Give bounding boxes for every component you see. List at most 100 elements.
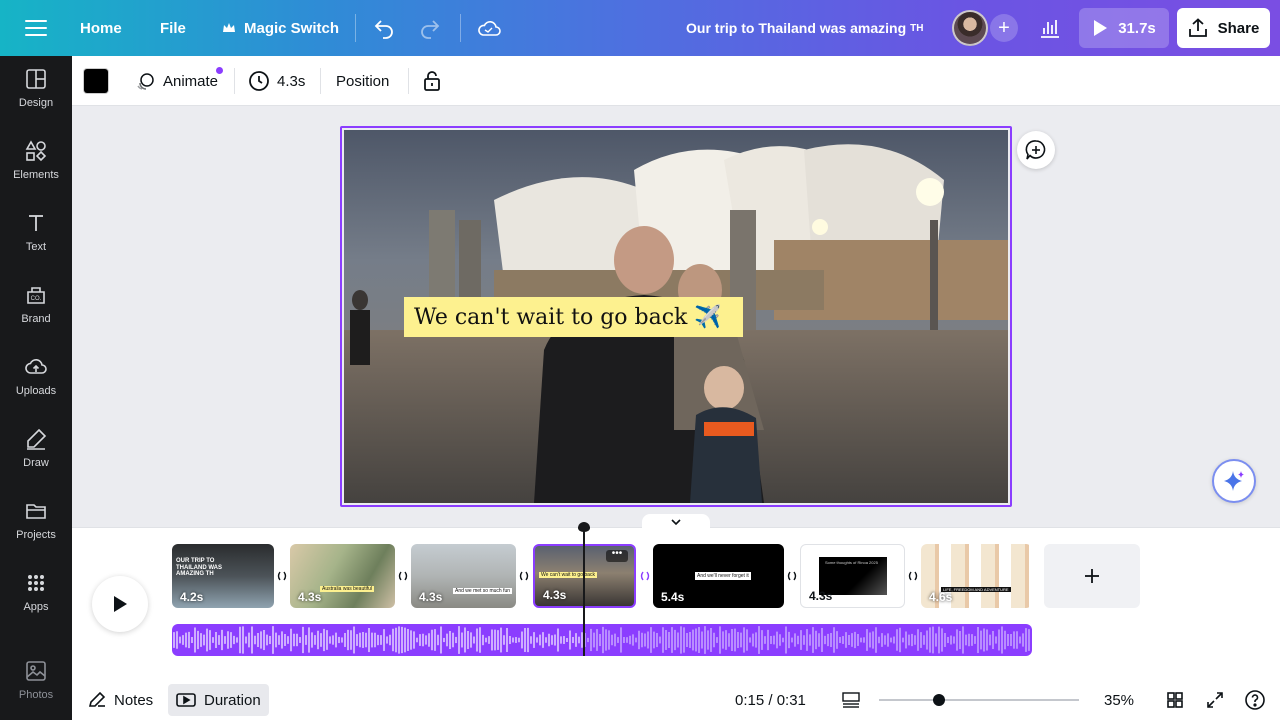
magic-switch-label: Magic Switch [244,19,340,37]
magic-assistant-button[interactable] [1212,459,1256,503]
undo-button[interactable] [372,0,396,56]
caption-text-box[interactable]: We can't wait to go back ✈️ [404,297,743,337]
sidebar-item-draw[interactable]: Draw [0,416,72,480]
zoom-slider-handle[interactable] [933,694,945,706]
sidebar-item-apps[interactable]: Apps [0,560,72,624]
transition-icon[interactable] [639,570,651,582]
clip-duration: 4.2s [180,590,204,604]
document-title-suffix: TH [910,22,924,34]
home-button[interactable]: Home [80,0,122,56]
expand-icon [1207,692,1223,708]
document-title[interactable]: Our trip to Thailand was amazing TH [686,0,923,56]
add-page-button[interactable] [1044,544,1140,608]
sidebar-item-design[interactable]: Design [0,56,72,120]
avatar[interactable] [952,10,988,46]
cloud-save-button[interactable] [476,0,502,56]
clip-duration: 4.3s [419,590,443,604]
sidebar-item-photos[interactable]: Photos [0,648,72,712]
timing-label: 4.3s [277,72,306,90]
grid-icon [1167,692,1183,708]
divider [234,68,235,94]
timing-button[interactable]: 4.3s [248,56,305,106]
clip-thumbnail-text: And we'll never forget it [695,572,751,580]
file-menu[interactable]: File [160,0,186,56]
help-icon [1245,690,1265,710]
sidebar-item-text[interactable]: Text [0,200,72,264]
collapse-timeline-button[interactable] [642,514,710,530]
clip-thumbnail-text: We can't wait to go back [539,572,597,578]
sidebar-item-label: Brand [21,313,51,325]
transition-icon[interactable] [786,570,798,582]
animate-button[interactable]: Animate [136,56,218,106]
playhead[interactable] [583,528,585,656]
upload-icon [1188,18,1207,37]
plus-icon [1085,569,1099,583]
audio-track[interactable] [172,624,1032,656]
add-comment-button[interactable] [1017,131,1055,169]
transition-icon[interactable] [397,570,409,582]
timeline-clip-1[interactable]: OUR TRIP TO THAILAND WAS AMAZING TH 4.2s [172,544,274,608]
layout-toggle-button[interactable] [842,684,860,716]
timeline-clip-7[interactable]: LIFE, FREEDOM AND ADVENTURE 4.6s [921,544,1032,608]
divider [320,68,321,94]
help-button[interactable] [1244,684,1266,716]
play-icon [1094,20,1108,36]
notes-button[interactable]: Notes [88,684,153,716]
audio-waveform [173,626,1030,654]
cloud-icon [478,21,501,36]
sidebar-item-label: Projects [16,529,56,541]
timeline-clip-2[interactable]: Australia was beautiful 4.3s [290,544,395,608]
present-play-button[interactable]: 31.7s [1079,8,1169,48]
sidebar-item-elements[interactable]: Elements [0,128,72,192]
design-icon [26,69,46,89]
timeline-clip-3[interactable]: And we met so much fun 4.3s [411,544,516,608]
timeline-clip-5[interactable]: And we'll never forget it 5.4s [653,544,784,608]
lock-icon [424,71,440,91]
sidebar-item-label: Design [18,97,54,109]
transition-icon[interactable] [907,570,919,582]
crown-icon [223,23,235,32]
video-icon [176,693,196,707]
color-swatch[interactable] [84,69,108,93]
sidebar-item-brand[interactable]: CO. Brand [0,272,72,336]
top-bar: Home File Magic Switch Our trip to Thail… [0,0,1280,56]
animate-label: Animate [163,72,219,90]
duration-button[interactable]: Duration [168,684,269,716]
layout-icon [842,692,860,708]
lock-button[interactable] [422,56,442,106]
zoom-level[interactable]: 35% [1104,684,1134,716]
sidebar-item-label: Photos [18,689,54,701]
add-collaborator-button[interactable]: + [990,14,1018,42]
clip-duration: 4.6s [929,590,953,604]
sidebar-item-label: Apps [23,601,49,613]
grid-view-button[interactable] [1166,684,1184,716]
sidebar-item-uploads[interactable]: Uploads [0,344,72,408]
share-button[interactable]: Share [1177,8,1270,48]
position-button[interactable]: Position [336,56,389,106]
play-duration: 31.7s [1118,19,1156,37]
clock-icon [249,71,269,91]
clip-duration: 5.4s [661,590,685,604]
timeline-clip-6[interactable]: Some thoughts of Rinoa 2025 4.3s [800,544,905,608]
clip-duration: 4.3s [298,590,322,604]
playhead-handle[interactable] [578,522,590,532]
image-icon [26,661,46,681]
zoom-slider-track[interactable] [879,699,1079,701]
sidebar-item-projects[interactable]: Projects [0,488,72,552]
context-toolbar: Animate 4.3s Position [72,56,1280,106]
magic-switch-button[interactable]: Magic Switch [222,0,339,56]
insights-button[interactable] [1030,8,1070,48]
redo-button[interactable] [418,0,442,56]
transition-icon[interactable] [276,570,288,582]
clip-duration: 4.3s [809,589,833,603]
clip-thumbnail-text: And we met so much fun [453,588,513,594]
fullscreen-button[interactable] [1206,684,1224,716]
clip-more-options-button[interactable]: ••• [606,549,628,562]
timeline-play-button[interactable] [92,576,148,632]
comment-plus-icon [1025,140,1046,160]
undo-icon [374,20,393,39]
transition-icon[interactable] [518,570,530,582]
notes-icon [88,691,106,707]
sidebar-item-label: Draw [23,457,49,469]
menu-icon[interactable] [22,18,50,38]
